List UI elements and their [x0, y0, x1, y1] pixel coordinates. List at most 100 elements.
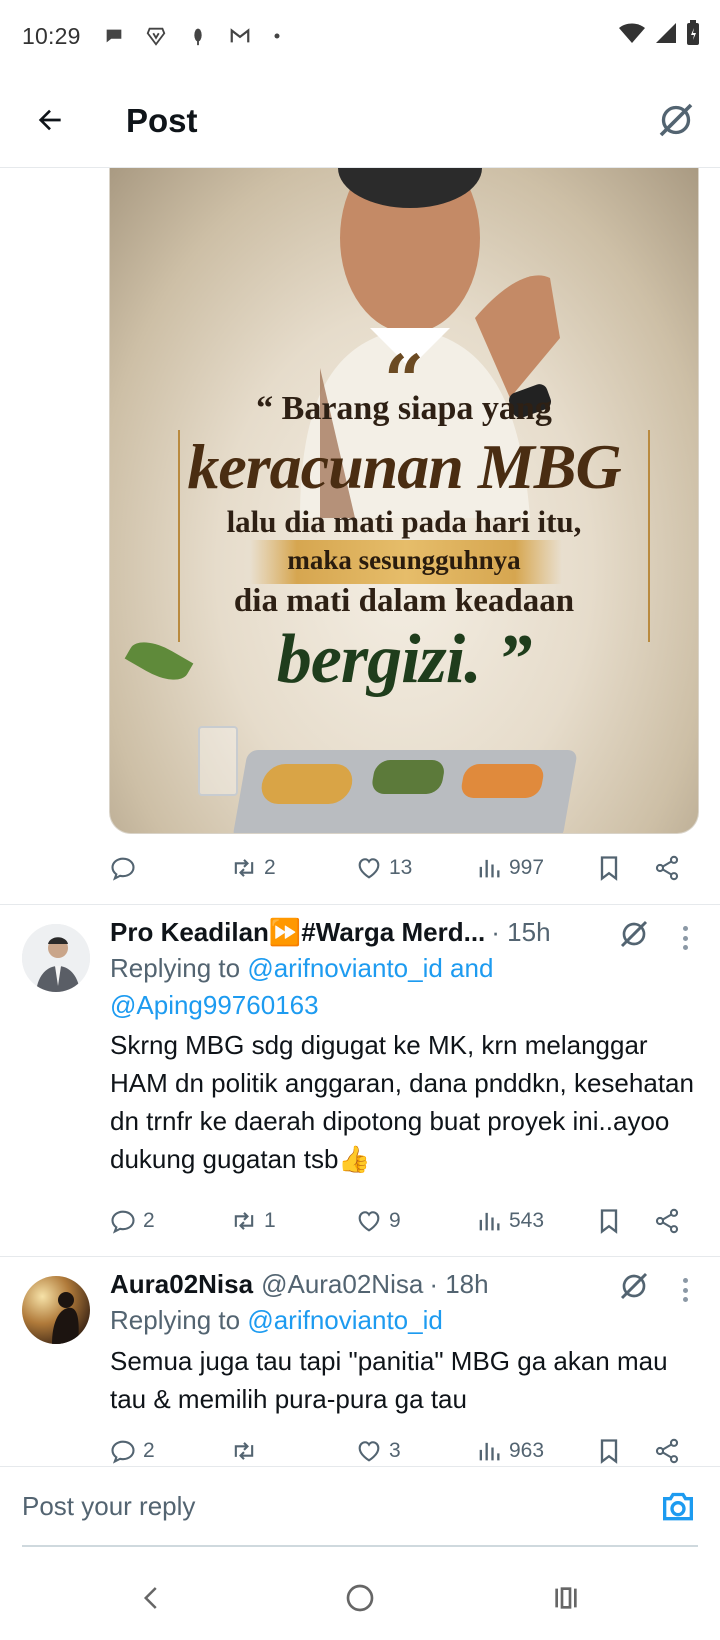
reply-count: 2	[143, 1439, 155, 1462]
share-button[interactable]	[653, 854, 681, 882]
gmail-icon	[230, 28, 249, 43]
post-action-bar: 2 13 997	[109, 848, 689, 888]
reply-button[interactable]	[109, 854, 143, 882]
recents-icon	[555, 1587, 577, 1609]
chevron-left-icon	[143, 1587, 157, 1609]
system-nav-bar	[0, 1556, 720, 1640]
repost-icon	[234, 859, 254, 877]
status-icons-left	[103, 25, 283, 47]
bookmark-button[interactable]	[595, 854, 623, 882]
views-button[interactable]: 543	[475, 1207, 544, 1235]
notification-icon	[193, 28, 202, 46]
bookmark-icon	[600, 856, 618, 881]
reply-button[interactable]: 2	[109, 1207, 155, 1235]
reply-icon	[111, 1440, 135, 1464]
glass-illustration	[198, 726, 238, 796]
view-count: 963	[509, 1439, 545, 1462]
views-button[interactable]: 963	[475, 1437, 544, 1465]
bookmark-button[interactable]	[595, 1207, 623, 1235]
brave-icon	[146, 27, 165, 46]
page-title: Post	[126, 102, 198, 139]
divider	[0, 904, 720, 905]
arrow-left-icon	[38, 109, 61, 131]
avatar[interactable]	[22, 1276, 90, 1344]
views-icon	[479, 1212, 500, 1231]
repost-count: 1	[264, 1209, 276, 1232]
back-button[interactable]	[28, 98, 72, 142]
heart-icon	[358, 858, 380, 879]
reply-icon	[111, 1210, 135, 1234]
dot-icon	[274, 33, 280, 39]
quote-line-1: “ Barang siapa yang	[256, 390, 552, 427]
avatar[interactable]	[22, 924, 90, 992]
grok-icon[interactable]	[618, 1270, 650, 1302]
quote-line-4: maka sesungguhnya	[287, 545, 521, 575]
repost-count: 2	[264, 856, 276, 879]
like-count: 13	[389, 856, 413, 879]
reply-text: Skrng MBG sdg digugat ke MK, krn melangg…	[110, 1030, 694, 1174]
repost-button[interactable]	[230, 1437, 264, 1465]
reply-action-bar: 2 3 963	[109, 1437, 689, 1467]
nav-back-button[interactable]	[132, 1578, 172, 1618]
post-image[interactable]: “ “ Barang siapa yang keracunan MBG lalu…	[109, 168, 699, 834]
status-bar: 10:29	[0, 0, 720, 72]
heart-icon	[358, 1211, 380, 1232]
reply-composer: Post your reply	[0, 1466, 720, 1548]
view-count: 997	[509, 856, 545, 879]
reply-action-bar: 2 1 9 543	[109, 1201, 689, 1241]
quote-line-5: dia mati dalam keadaan	[233, 583, 575, 619]
replying-prefix: Replying to	[110, 953, 248, 983]
views-button[interactable]: 997	[475, 854, 544, 882]
grok-icon[interactable]	[618, 918, 650, 950]
heart-icon	[358, 1441, 380, 1462]
avatar-image	[22, 924, 90, 992]
grok-icon	[659, 103, 693, 137]
author-handle[interactable]: @Aura02Nisa	[261, 1269, 423, 1300]
avatar-image	[22, 1276, 90, 1344]
status-icons-right	[618, 20, 700, 46]
bookmark-icon	[600, 1209, 618, 1234]
timestamp: · 18h	[429, 1268, 489, 1299]
repost-button[interactable]: 2	[230, 854, 276, 882]
post-header: Post	[0, 72, 720, 168]
timestamp: · 15h	[491, 916, 551, 947]
divider	[0, 1256, 720, 1257]
composer-underline	[22, 1545, 698, 1547]
grok-button[interactable]	[652, 96, 700, 144]
views-icon	[479, 859, 500, 878]
repost-button[interactable]: 1	[230, 1207, 276, 1235]
like-button[interactable]: 9	[355, 1207, 401, 1235]
food-tray-illustration	[232, 750, 578, 833]
bookmark-icon	[600, 1439, 618, 1464]
signal-icon	[656, 23, 676, 43]
share-button[interactable]	[653, 1437, 681, 1465]
author-name[interactable]: Aura02Nisa	[110, 1269, 253, 1300]
reply-item[interactable]: Aura02Nisa @Aura02Nisa · 18h Replying to…	[0, 1264, 720, 1464]
views-icon	[479, 1442, 500, 1461]
chat-icon	[106, 29, 121, 43]
wifi-icon	[619, 23, 645, 43]
like-button[interactable]: 3	[355, 1437, 401, 1465]
replying-prefix: Replying to	[110, 1305, 248, 1335]
view-count: 543	[509, 1209, 545, 1232]
replying-to: Replying to @arifnovianto_id and @Aping9…	[110, 950, 700, 1024]
share-icon	[655, 1438, 679, 1464]
status-time: 10:29	[22, 22, 81, 49]
reply-button[interactable]: 2	[109, 1437, 155, 1465]
reply-icon	[111, 857, 135, 881]
like-button[interactable]: 13	[355, 854, 412, 882]
camera-icon[interactable]	[658, 1487, 698, 1527]
share-button[interactable]	[653, 1207, 681, 1235]
author-name[interactable]: Pro Keadilan⏩#Warga Merd...	[110, 917, 485, 948]
nav-home-button[interactable]	[340, 1578, 380, 1618]
quote-line-6: bergizi. ”	[276, 621, 532, 698]
reply-count: 2	[143, 1209, 155, 1232]
reply-text: Semua juga tau tapi "panitia" MBG ga aka…	[110, 1346, 668, 1414]
replying-mentions[interactable]: @arifnovianto_id	[247, 1305, 443, 1335]
repost-icon	[234, 1442, 254, 1460]
bookmark-button[interactable]	[595, 1437, 623, 1465]
quote-line-2: keracunan MBG	[187, 431, 621, 502]
nav-recents-button[interactable]	[546, 1578, 586, 1618]
reply-input[interactable]: Post your reply	[22, 1491, 195, 1522]
repost-icon	[234, 1212, 254, 1230]
